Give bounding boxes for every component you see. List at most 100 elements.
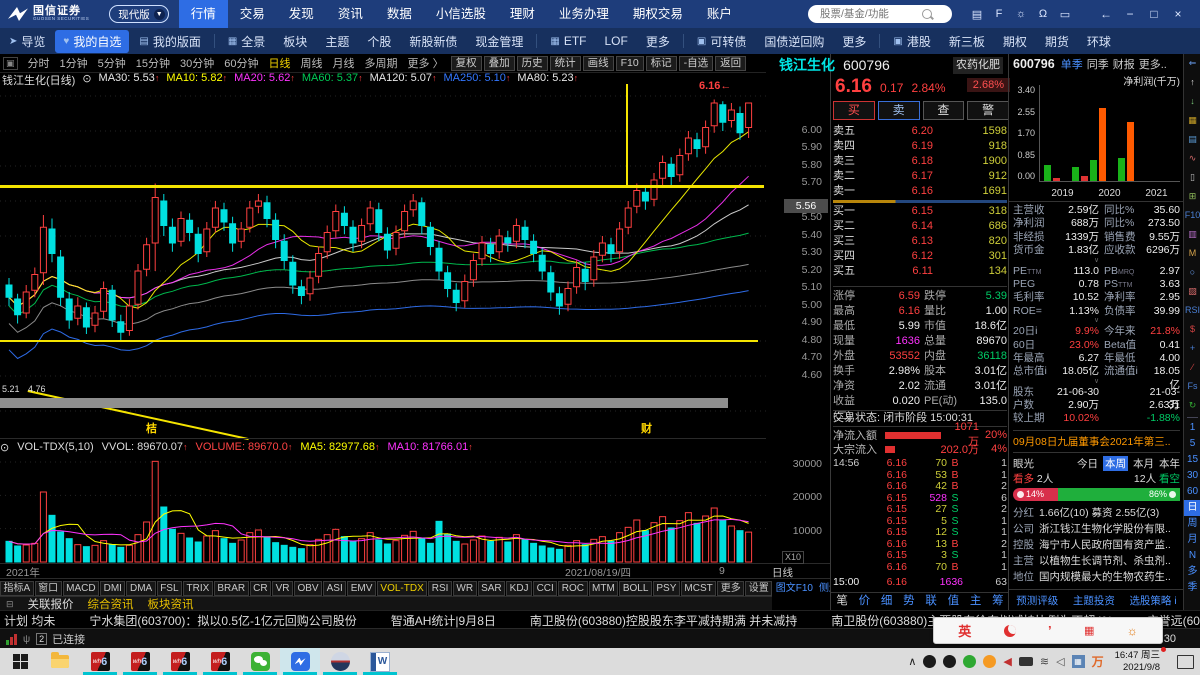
wh6-app-3[interactable]: wh 6 (160, 648, 200, 675)
input-tool-icon[interactable]: 万 (1092, 653, 1104, 670)
guosen-client[interactable] (280, 648, 320, 675)
coin-icon[interactable] (963, 655, 977, 668)
ticker-item[interactable]: 南卫股份(603880)控股股东李平减持期满 并未减持 (530, 612, 797, 629)
drawn-hline-lower[interactable] (0, 340, 758, 342)
tool-统计[interactable]: 统计 (549, 55, 581, 71)
indicator-tab-CR[interactable]: CR (249, 580, 272, 596)
fs-icon[interactable]: Fs (1184, 377, 1200, 396)
scroll-down-icon[interactable]: ↓ (1184, 92, 1200, 111)
toolbar-item-环球[interactable]: 环球 (1079, 30, 1119, 53)
period-分时[interactable]: 分时 (23, 55, 55, 71)
toolbar-item-全景[interactable]: ▦ 全景 (220, 30, 273, 53)
toolbar-item-期权[interactable]: 期权 (995, 30, 1035, 53)
volume-icon[interactable]: ◁ (1056, 655, 1064, 668)
quote-tab-值[interactable]: 值 (942, 593, 964, 609)
toolbar-item-板块[interactable]: 板块 (275, 30, 315, 53)
period-5分钟[interactable]: 5分钟 (93, 55, 131, 71)
remote-icon[interactable]: ▦ (1071, 655, 1085, 668)
quote-tab-势[interactable]: 势 (898, 593, 920, 609)
menu-账户[interactable]: 账户 (695, 0, 744, 28)
order-book-row[interactable]: 买五 6.11 134 (833, 264, 1007, 279)
draw-icon[interactable]: ∕ (1184, 358, 1200, 377)
button-查[interactable]: 查 (922, 101, 965, 120)
indicator-tab-DMA[interactable]: DMA (126, 580, 156, 596)
gear-small-icon[interactable]: ⊙ (82, 72, 91, 88)
indicator-tab-EMV[interactable]: EMV (347, 580, 376, 596)
indicator-tab-BRAR[interactable]: BRAR (213, 580, 249, 596)
edge-period-5[interactable]: 5 (1184, 436, 1200, 452)
menu-交易[interactable]: 交易 (228, 0, 277, 28)
period-周线[interactable]: 周线 (296, 55, 328, 71)
range-本月[interactable]: 本月 (1133, 456, 1154, 471)
speaker-red-icon[interactable]: ◀ (1003, 655, 1011, 668)
rsi-icon[interactable]: RSI (1184, 301, 1200, 320)
f10-tab-单季[interactable]: 单季 (1061, 59, 1083, 71)
button-卖[interactable]: 卖 (877, 101, 920, 120)
back-button[interactable]: ← (1094, 7, 1118, 21)
order-book-row[interactable]: 卖一 6.16 1691 (833, 184, 1007, 199)
range-本年[interactable]: 本年 (1159, 456, 1180, 471)
gear-icon[interactable]: ☼ (1010, 8, 1032, 21)
indicator-tab-RSI[interactable]: RSI (428, 580, 452, 596)
quote-tab-价[interactable]: 价 (853, 593, 875, 609)
ime-moon-icon[interactable] (1003, 624, 1016, 637)
indicator-tab-PSY[interactable]: PSY (652, 580, 680, 596)
menu-期权交易[interactable]: 期权交易 (621, 0, 695, 28)
toolbar-item-更多[interactable]: 更多 (638, 30, 678, 53)
volume-chart[interactable] (0, 454, 766, 563)
quote-tab-细[interactable]: 细 (876, 593, 898, 609)
edge-period-N[interactable]: N (1184, 548, 1200, 564)
menu-发现[interactable]: 发现 (277, 0, 326, 28)
search-icon[interactable] (922, 9, 932, 19)
period-多周期[interactable]: 多周期 (360, 55, 403, 71)
toolbar-item-更多[interactable]: 更多 (834, 30, 874, 53)
edge-period-多[interactable]: 多 (1184, 564, 1200, 580)
order-book-row[interactable]: 卖五 6.20 1598 (833, 124, 1007, 139)
period-1分钟[interactable]: 1分钟 (55, 55, 93, 71)
indicator-tab-ROC[interactable]: ROC (558, 580, 588, 596)
menu-资讯[interactable]: 资讯 (326, 0, 375, 28)
indicator-tab-MACD[interactable]: MACD (62, 580, 100, 596)
toolbar-item-港股[interactable]: ▣ 港股 (885, 30, 938, 53)
button-买[interactable]: 买 (833, 101, 875, 120)
menu-数据[interactable]: 数据 (375, 0, 424, 28)
edge-period-周[interactable]: 周 (1184, 516, 1200, 532)
trend-icon[interactable]: ∿ (1184, 149, 1200, 168)
grid-icon[interactable]: ⊞ (1184, 187, 1200, 206)
collapse-icon[interactable]: ⊟ (6, 599, 14, 610)
order-book-row[interactable]: 买一 6.15 318 (833, 204, 1007, 219)
order-book-row[interactable]: 买二 6.14 686 (833, 219, 1007, 234)
announcement-link[interactable]: 09月08日九届董事会2021年第三.. (1013, 429, 1180, 453)
money-icon[interactable]: $ (1184, 320, 1200, 339)
indicator-tab-CCI[interactable]: CCI (533, 580, 558, 596)
ticker-item[interactable]: 智通AH统计|9月8日 (391, 612, 496, 629)
edge-period-15[interactable]: 15 (1184, 452, 1200, 468)
menu-小信选股[interactable]: 小信选股 (424, 0, 498, 28)
indicator-tab-TRIX[interactable]: TRIX (183, 580, 213, 596)
period-月线[interactable]: 月线 (328, 55, 360, 71)
back-icon[interactable]: ⇐ (1184, 54, 1200, 73)
indicator-tab-BOLL[interactable]: BOLL (619, 580, 652, 596)
indicator-指标A[interactable]: 指标A (0, 580, 34, 596)
wechat[interactable] (240, 648, 280, 675)
f10-icon[interactable]: F10 (1184, 206, 1200, 225)
macd-icon[interactable]: M (1184, 244, 1200, 263)
quote-tab-笔[interactable]: 笔 (831, 593, 853, 609)
period-30分钟[interactable]: 30分钟 (175, 55, 219, 71)
toolbar-item-期货[interactable]: 期货 (1037, 30, 1077, 53)
drawn-vline[interactable] (626, 84, 628, 187)
period-15分钟[interactable]: 15分钟 (131, 55, 175, 71)
version-selector[interactable]: 现代版 ▼ (109, 5, 169, 23)
wh6-app-4[interactable]: wh 6 (200, 648, 240, 675)
camera-icon[interactable] (1018, 657, 1033, 666)
indicator-tab-WR[interactable]: WR (452, 580, 477, 596)
wh6-app-2[interactable]: wh 6 (120, 648, 160, 675)
qq-icon-1[interactable] (923, 655, 937, 668)
layers-icon[interactable]: ▤ (966, 8, 988, 21)
ime-punct-button[interactable]: ’ (1048, 623, 1052, 638)
tool-复权[interactable]: 复权 (450, 55, 482, 71)
toolbar-item-我的版面[interactable]: ▤ 我的版面 (131, 30, 208, 53)
order-book-row[interactable]: 卖四 6.19 918 (833, 139, 1007, 154)
chat-icon[interactable]: ▭ (1054, 8, 1076, 21)
toolbar-item-新三板[interactable]: 新三板 (941, 30, 993, 53)
